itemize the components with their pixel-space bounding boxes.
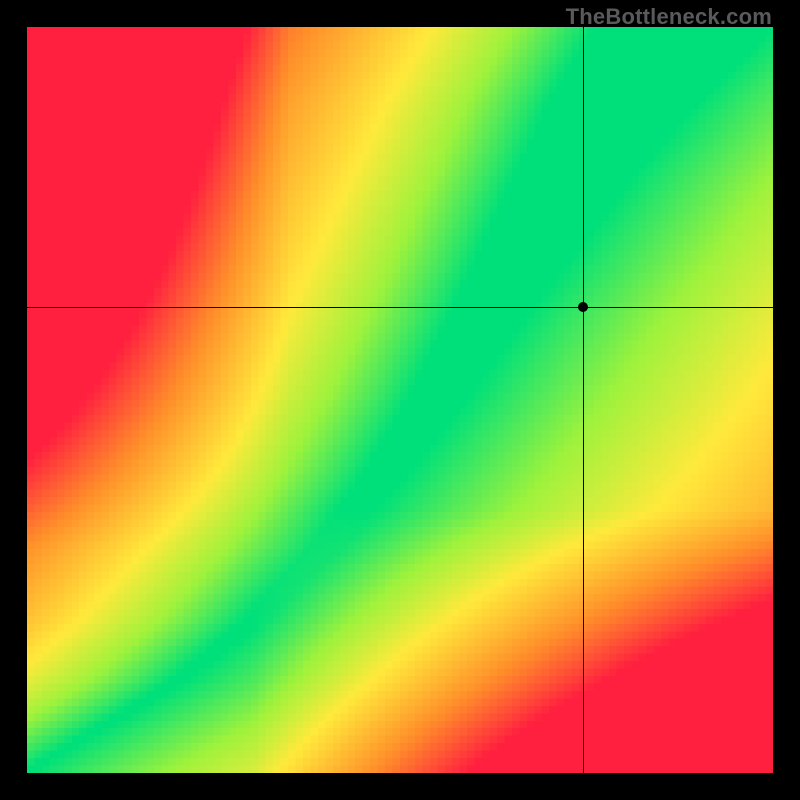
chart-frame: TheBottleneck.com xyxy=(0,0,800,800)
crosshair-vertical xyxy=(583,27,584,773)
watermark-text: TheBottleneck.com xyxy=(566,4,772,30)
bottleneck-heatmap xyxy=(27,27,773,773)
crosshair-marker-dot xyxy=(578,302,588,312)
crosshair-horizontal xyxy=(27,307,773,308)
